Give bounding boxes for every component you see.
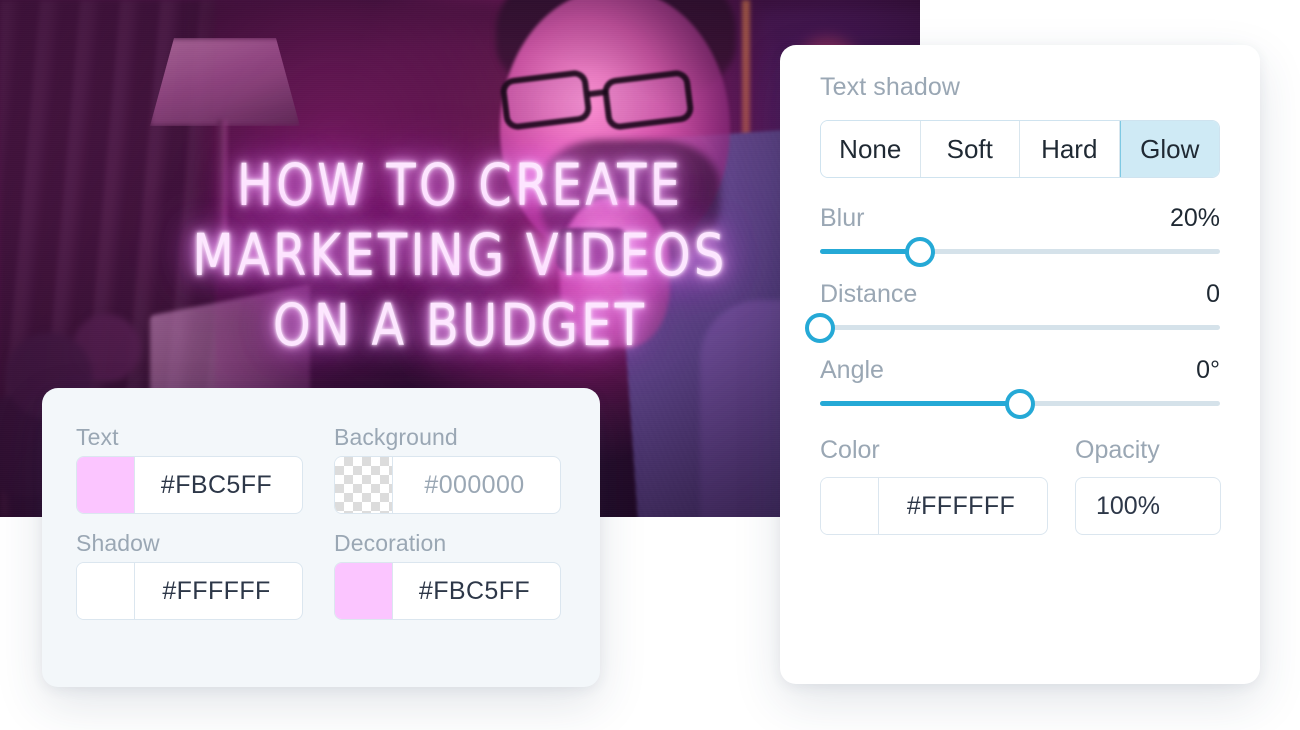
text-color-swatch[interactable] <box>77 457 135 513</box>
color-settings-panel: Text #FBC5FF Background #000000 Shadow #… <box>42 388 600 687</box>
slider-label-angle: Angle <box>820 356 884 384</box>
slider-thumb-blur[interactable] <box>905 236 935 267</box>
background-color-value[interactable]: #000000 <box>393 457 560 513</box>
text-shadow-panel: Text shadow None Soft Hard Glow Blur 20%… <box>780 45 1260 684</box>
shadow-panel-color-value[interactable]: #FFFFFF <box>879 478 1047 534</box>
color-field-label-decoration: Decoration <box>334 530 447 556</box>
shadow-opacity-group: Opacity 100% <box>1075 436 1221 535</box>
slider-value-angle: 0° <box>1196 356 1220 384</box>
shadow-color-group: Color #FFFFFF <box>820 436 1048 535</box>
shadow-color-label: Color <box>820 436 880 464</box>
text-color-value[interactable]: #FBC5FF <box>135 457 302 513</box>
segment-glow[interactable]: Glow <box>1119 121 1219 177</box>
shadow-opacity-input[interactable]: 100% <box>1075 477 1221 535</box>
slider-thumb-angle[interactable] <box>1005 388 1035 419</box>
slider-row-blur: Blur 20% <box>820 204 1220 267</box>
shadow-color-opacity-row: Color #FFFFFF Opacity 100% <box>820 436 1221 535</box>
shadow-panel-color-swatch[interactable] <box>821 478 879 534</box>
slider-track-distance[interactable] <box>805 312 1220 343</box>
decoration-color-input[interactable]: #FBC5FF <box>334 562 561 620</box>
screen-root: HOW TO CREATE MARKETING VIDEOS ON A BUDG… <box>0 0 1300 730</box>
color-field-label-text: Text <box>76 424 119 450</box>
color-field-decoration: Decoration #FBC5FF <box>334 524 566 620</box>
shadow-type-segmented-control[interactable]: None Soft Hard Glow <box>820 120 1220 178</box>
shadow-color-swatch[interactable] <box>77 563 135 619</box>
segment-hard[interactable]: Hard <box>1020 121 1120 177</box>
slider-value-blur: 20% <box>1169 204 1220 232</box>
color-field-grid: Text #FBC5FF Background #000000 Shadow #… <box>76 418 566 620</box>
slider-label-blur: Blur <box>820 204 865 232</box>
segment-none[interactable]: None <box>821 121 921 177</box>
slider-label-distance: Distance <box>820 280 918 308</box>
color-field-shadow: Shadow #FFFFFF <box>76 524 308 620</box>
slider-track-blur[interactable] <box>820 236 1220 267</box>
slider-thumb-distance[interactable] <box>805 312 835 343</box>
slider-row-distance: Distance 0 <box>805 280 1220 343</box>
segment-soft[interactable]: Soft <box>920 121 1020 177</box>
text-color-input[interactable]: #FBC5FF <box>76 456 303 514</box>
decoration-color-swatch[interactable] <box>335 563 393 619</box>
shadow-color-value[interactable]: #FFFFFF <box>135 563 302 619</box>
shadow-color-input[interactable]: #FFFFFF <box>76 562 303 620</box>
panel-title-text-shadow: Text shadow <box>820 73 961 101</box>
background-color-input[interactable]: #000000 <box>334 456 561 514</box>
slider-track-angle[interactable] <box>820 388 1220 419</box>
color-field-background: Background #000000 <box>334 418 566 514</box>
decoration-color-value[interactable]: #FBC5FF <box>393 563 560 619</box>
slider-fill-angle <box>820 401 1020 406</box>
background-transparent-swatch[interactable] <box>335 457 393 513</box>
shadow-opacity-label: Opacity <box>1075 436 1160 464</box>
color-field-text: Text #FBC5FF <box>76 418 308 514</box>
slider-row-angle: Angle 0° <box>820 356 1220 419</box>
color-field-label-background: Background <box>334 424 458 450</box>
color-field-label-shadow: Shadow <box>76 530 160 556</box>
slider-value-distance: 0 <box>1206 280 1220 308</box>
shadow-panel-color-input[interactable]: #FFFFFF <box>820 477 1048 535</box>
